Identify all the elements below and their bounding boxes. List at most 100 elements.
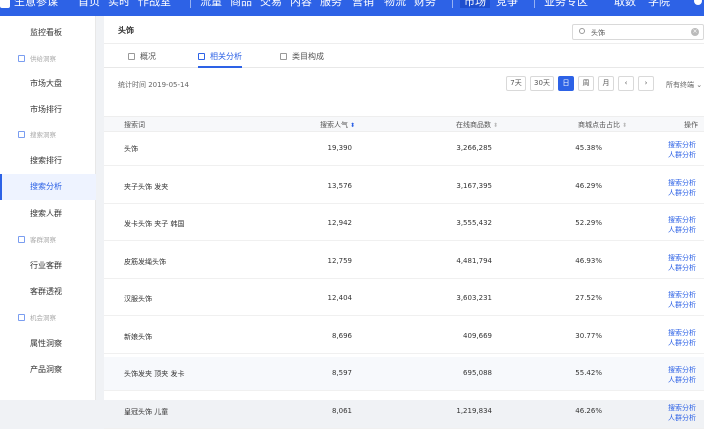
sidebar-item-search-rank[interactable]: 搜索排行 bbox=[0, 148, 96, 174]
nav-academy[interactable]: 学院 bbox=[648, 0, 670, 8]
bar-chart-icon bbox=[18, 131, 25, 138]
sidebar-item-attribute-insight[interactable]: 属性洞察 bbox=[0, 331, 96, 357]
cell-keyword: 夹子头饰 发夹 bbox=[124, 182, 169, 191]
tab-category[interactable]: 类目构成 bbox=[280, 46, 324, 68]
nav-fetch-data[interactable]: 取数 bbox=[614, 0, 636, 8]
cell-online-items: 3,555,432 bbox=[456, 219, 492, 227]
sidebar-item-product-insight[interactable]: 产品洞察 bbox=[0, 357, 96, 383]
nav-brand[interactable]: 生意参谋 bbox=[14, 0, 58, 8]
crowd-analysis-link[interactable]: 人群分析 bbox=[668, 413, 696, 423]
page-title: 头饰 bbox=[118, 26, 134, 35]
period-day-button[interactable]: 日 bbox=[558, 76, 574, 91]
sort-icon[interactable]: ⬍ bbox=[493, 122, 498, 129]
nav-warroom[interactable]: 作战室 bbox=[138, 0, 171, 8]
col-popularity[interactable]: 搜索人气 ⬍ bbox=[320, 120, 355, 130]
cell-online-items: 3,266,285 bbox=[456, 144, 492, 152]
sort-icon[interactable]: ⬍ bbox=[622, 122, 627, 129]
cell-keyword: 皮筋发绳头饰 bbox=[124, 257, 166, 266]
cell-popularity: 13,576 bbox=[327, 181, 353, 190]
search-icon bbox=[579, 28, 585, 34]
nav-market[interactable]: 市场 bbox=[460, 0, 490, 8]
nav-finance[interactable]: 财务 bbox=[414, 0, 436, 8]
cell-keyword: 发卡头饰 夹子 韩国 bbox=[124, 220, 185, 228]
search-analysis-link[interactable]: 搜索分析 bbox=[668, 140, 696, 150]
search-analysis-link[interactable]: 搜索分析 bbox=[668, 365, 696, 375]
sidebar-item-search-analysis[interactable]: 搜索分析 bbox=[0, 174, 96, 200]
sidebar-group-search: 搜索洞察 bbox=[0, 125, 96, 145]
search-analysis-link[interactable]: 搜索分析 bbox=[668, 178, 696, 188]
col-click-ratio[interactable]: 商城点击占比 ⬍ bbox=[578, 120, 627, 130]
sidebar-item-monitor[interactable]: 监控看板 bbox=[0, 20, 96, 46]
nav-divider bbox=[534, 0, 535, 8]
tab-overview[interactable]: 概况 bbox=[128, 46, 156, 68]
crowd-analysis-link[interactable]: 人群分析 bbox=[668, 338, 696, 348]
main-panel: 头饰 头饰 × 概况 相关分析 类目构成 统计时间 2019-05-14 7天 … bbox=[104, 16, 704, 429]
cell-popularity: 8,061 bbox=[331, 406, 352, 415]
search-value: 头饰 bbox=[591, 29, 605, 37]
cell-online-items: 409,669 bbox=[463, 331, 492, 340]
search-analysis-link[interactable]: 搜索分析 bbox=[668, 253, 696, 263]
sidebar-item-industry-customer[interactable]: 行业客群 bbox=[0, 253, 96, 279]
sidebar-group-customer: 客群洞察 bbox=[0, 230, 96, 250]
cell-click-ratio: 46.26% bbox=[575, 406, 602, 415]
nav-marketing[interactable]: 营销 bbox=[352, 0, 374, 8]
lock-icon bbox=[128, 53, 135, 60]
nav-trade[interactable]: 交易 bbox=[260, 0, 282, 8]
cell-online-items: 3,167,395 bbox=[456, 181, 492, 190]
nav-home[interactable]: 首页 bbox=[78, 0, 100, 8]
nav-logistics[interactable]: 物流 bbox=[384, 0, 406, 8]
sidebar-item-search-crowd[interactable]: 搜索人群 bbox=[0, 201, 96, 227]
sidebar-item-customer-view[interactable]: 客群透视 bbox=[0, 279, 96, 305]
cell-keyword: 新娘头饰 bbox=[124, 332, 152, 341]
table-row: 头饰发夹 顶夹 发卡 8,597 695,088 55.42% 搜索分析 人群分析 bbox=[104, 357, 704, 391]
sidebar-item-market-overview[interactable]: 市场大盘 bbox=[0, 71, 96, 97]
stat-date: 统计时间 2019-05-14 bbox=[118, 81, 189, 89]
table-row: 发卡头饰 夹子 韩国 12,942 3,555,432 52.29% 搜索分析 人群分析 bbox=[104, 207, 704, 241]
col-online-items[interactable]: 在线商品数 ⬍ bbox=[456, 120, 498, 130]
nav-divider bbox=[452, 0, 453, 8]
cell-online-items: 4,481,794 bbox=[456, 256, 492, 265]
nav-goods[interactable]: 商品 bbox=[230, 0, 252, 8]
nav-realtime[interactable]: 实时 bbox=[108, 0, 130, 8]
search-analysis-link[interactable]: 搜索分析 bbox=[668, 403, 696, 413]
col-keyword: 搜索词 bbox=[124, 121, 145, 129]
period-month-button[interactable]: 月 bbox=[598, 76, 614, 91]
nav-business-zone[interactable]: 业务专区 bbox=[544, 0, 588, 8]
crowd-analysis-link[interactable]: 人群分析 bbox=[668, 225, 696, 235]
sidebar-item-market-rank[interactable]: 市场排行 bbox=[0, 97, 96, 123]
sort-desc-icon[interactable]: ⬍ bbox=[350, 122, 355, 129]
cell-popularity: 19,390 bbox=[327, 144, 353, 152]
user-icon[interactable] bbox=[694, 0, 702, 5]
sidebar-group-opportunity: 机会洞察 bbox=[0, 308, 96, 328]
nav-traffic[interactable]: 流量 bbox=[200, 0, 222, 8]
crowd-analysis-link[interactable]: 人群分析 bbox=[668, 150, 696, 160]
search-analysis-link[interactable]: 搜索分析 bbox=[668, 290, 696, 300]
crowd-analysis-link[interactable]: 人群分析 bbox=[668, 375, 696, 385]
tab-related-analysis[interactable]: 相关分析 bbox=[198, 46, 242, 68]
crowd-analysis-link[interactable]: 人群分析 bbox=[668, 300, 696, 310]
period-7d-button[interactable]: 7天 bbox=[506, 76, 526, 91]
search-analysis-link[interactable]: 搜索分析 bbox=[668, 215, 696, 225]
search-analysis-link[interactable]: 搜索分析 bbox=[668, 328, 696, 338]
lock-icon bbox=[198, 53, 205, 60]
crowd-analysis-link[interactable]: 人群分析 bbox=[668, 188, 696, 198]
cell-click-ratio: 46.93% bbox=[575, 256, 602, 265]
col-actions: 操作 bbox=[684, 121, 698, 129]
crowd-analysis-link[interactable]: 人群分析 bbox=[668, 263, 696, 273]
nav-content[interactable]: 内容 bbox=[290, 0, 312, 8]
period-week-button[interactable]: 周 bbox=[578, 76, 594, 91]
nav-service[interactable]: 服务 bbox=[320, 0, 342, 8]
period-30d-button[interactable]: 30天 bbox=[530, 76, 554, 91]
cell-keyword: 汉服头饰 bbox=[124, 295, 152, 303]
nav-competition[interactable]: 竞争 bbox=[496, 0, 518, 8]
prev-date-button[interactable]: ‹ bbox=[618, 76, 634, 91]
table-header: 搜索词 搜索人气 ⬍ 在线商品数 ⬍ 商城点击占比 ⬍ 操作 bbox=[104, 116, 704, 132]
close-icon[interactable]: × bbox=[691, 28, 699, 36]
next-date-button[interactable]: › bbox=[638, 76, 654, 91]
search-input[interactable]: 头饰 × bbox=[572, 24, 704, 40]
cell-click-ratio: 30.77% bbox=[575, 331, 602, 340]
nav-divider bbox=[190, 0, 191, 8]
cell-click-ratio: 46.29% bbox=[575, 181, 602, 190]
cell-click-ratio: 52.29% bbox=[575, 219, 602, 227]
device-select[interactable]: 所有终端 ⌄ bbox=[666, 80, 702, 90]
